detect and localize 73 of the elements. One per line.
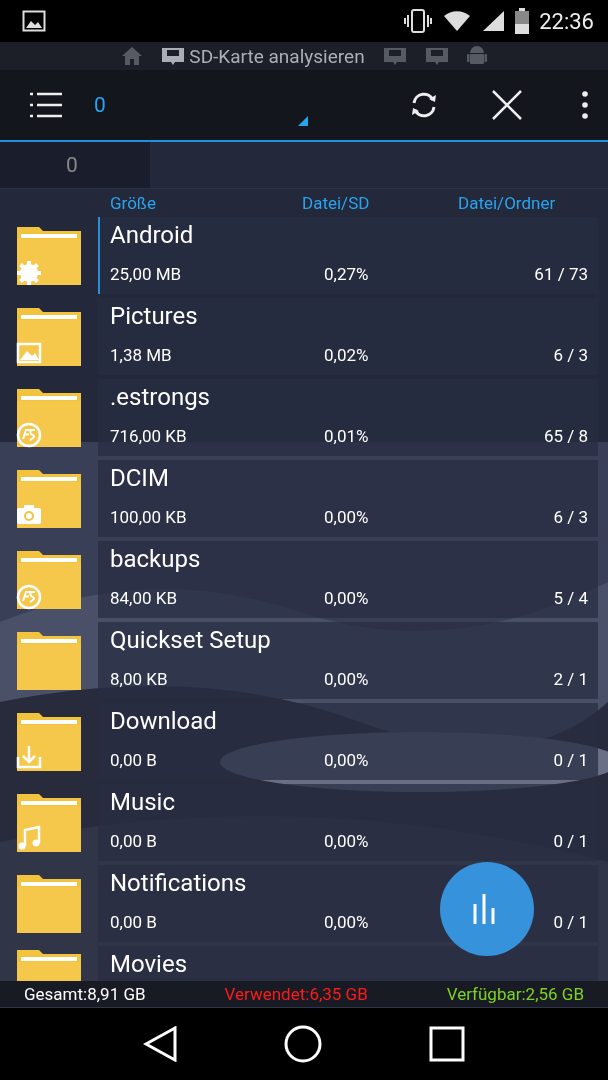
file-folder-count: 6 / 3 [553, 345, 588, 365]
folder-row[interactable]: .estrongs 716,00 KB 0,01% 65 / 8 [98, 379, 598, 456]
file-folder-count: 0 / 1 [553, 750, 588, 770]
folder-size: 716,00 KB [110, 426, 188, 446]
folder-size: 100,00 KB [110, 507, 188, 527]
file-folder-count: 61 / 73 [534, 264, 588, 284]
file-folder-count: 6 / 3 [553, 507, 588, 527]
sd-share: 0,27% [324, 264, 370, 284]
folder-size: 84,00 KB [110, 588, 179, 608]
folder-name: .estrongs [110, 383, 211, 411]
folder-name: backups [110, 545, 202, 573]
sd-share: 0,01% [324, 426, 370, 446]
column-header[interactable]: Datei/SD [302, 193, 370, 213]
file-folder-count: 0 / 1 [553, 831, 588, 851]
more-options-icon[interactable] [582, 91, 588, 119]
sd-share: 0,00% [324, 588, 370, 608]
file-folder-count: 2 / 1 [553, 669, 588, 689]
selection-count: 0 [94, 93, 106, 117]
sd-card-icon [161, 46, 186, 66]
column-header[interactable]: Datei/Ordner [458, 193, 556, 213]
file-folder-count: 65 / 8 [543, 426, 588, 446]
folder-name: Music [110, 788, 176, 816]
clock: 22:36 [539, 8, 594, 34]
vibrate-icon [403, 8, 434, 34]
file-folder-count: 5 / 4 [553, 588, 588, 608]
column-header[interactable]: Größe [110, 193, 156, 213]
storage-total: Verfügbar:2,56 GB [446, 984, 584, 1004]
folder-name: Notifications [110, 869, 248, 897]
home-icon [121, 46, 144, 66]
sd-card-icon [382, 46, 407, 66]
folder-row[interactable]: Quickset Setup 8,00 KB 0,00% 2 / 1 [98, 622, 598, 699]
android-icon [466, 45, 487, 67]
sd-share: 0,00% [324, 507, 370, 527]
folder-name: Quickset Setup [110, 626, 272, 654]
sd-share: 0,00% [324, 669, 370, 689]
storage-total: Verwendet:6,35 GB [224, 984, 368, 1004]
folder-row[interactable]: Download 0,00 B 0,00% 0 / 1 [98, 703, 598, 780]
folder-name: DCIM [110, 464, 170, 492]
folder-name: Android [110, 221, 195, 249]
signal-icon [481, 9, 506, 33]
folder-row[interactable]: Movies [98, 946, 598, 981]
folder-size: 0,00 B [110, 831, 158, 851]
wifi-icon [443, 10, 472, 32]
sd-share: 0,02% [324, 345, 370, 365]
sd-card-icon [424, 46, 449, 66]
folder-name: Movies [110, 950, 189, 978]
folder-name: Pictures [110, 302, 199, 330]
home-icon[interactable] [284, 1025, 322, 1063]
folder-size: 25,00 MB [110, 264, 183, 284]
back-icon[interactable] [143, 1026, 178, 1062]
folder-row[interactable]: Music 0,00 B 0,00% 0 / 1 [98, 784, 598, 861]
file-folder-count: 0 / 1 [553, 912, 588, 932]
folder-name: Download [110, 707, 218, 735]
recent-apps-icon[interactable] [428, 1026, 465, 1062]
folder-size: 1,38 MB [110, 345, 173, 365]
folder-row[interactable]: Pictures 1,38 MB 0,02% 6 / 3 [98, 298, 598, 375]
close-icon[interactable] [492, 90, 522, 120]
sd-share: 0,00% [324, 750, 370, 770]
battery-icon [515, 8, 530, 34]
folder-size: 0,00 B [110, 912, 158, 932]
folder-size: 0,00 B [110, 750, 158, 770]
sd-share: 0,00% [324, 912, 370, 932]
image-icon [22, 10, 46, 32]
menu-icon[interactable] [30, 92, 62, 118]
dropdown-indicator-icon[interactable] [298, 116, 308, 126]
tab[interactable] [464, 45, 489, 67]
folder-row[interactable]: DCIM 100,00 KB 0,00% 6 / 3 [98, 460, 598, 537]
breadcrumb-item[interactable]: 0 [0, 142, 150, 188]
storage-total: Gesamt:8,91 GB [24, 984, 146, 1004]
folder-row[interactable]: backups 84,00 KB 0,00% 5 / 4 [98, 541, 598, 618]
sd-share: 0,00% [324, 831, 370, 851]
folder-size: 8,00 KB [110, 669, 169, 689]
folder-row[interactable]: Android 25,00 MB 0,27% 61 / 73 [98, 217, 598, 294]
